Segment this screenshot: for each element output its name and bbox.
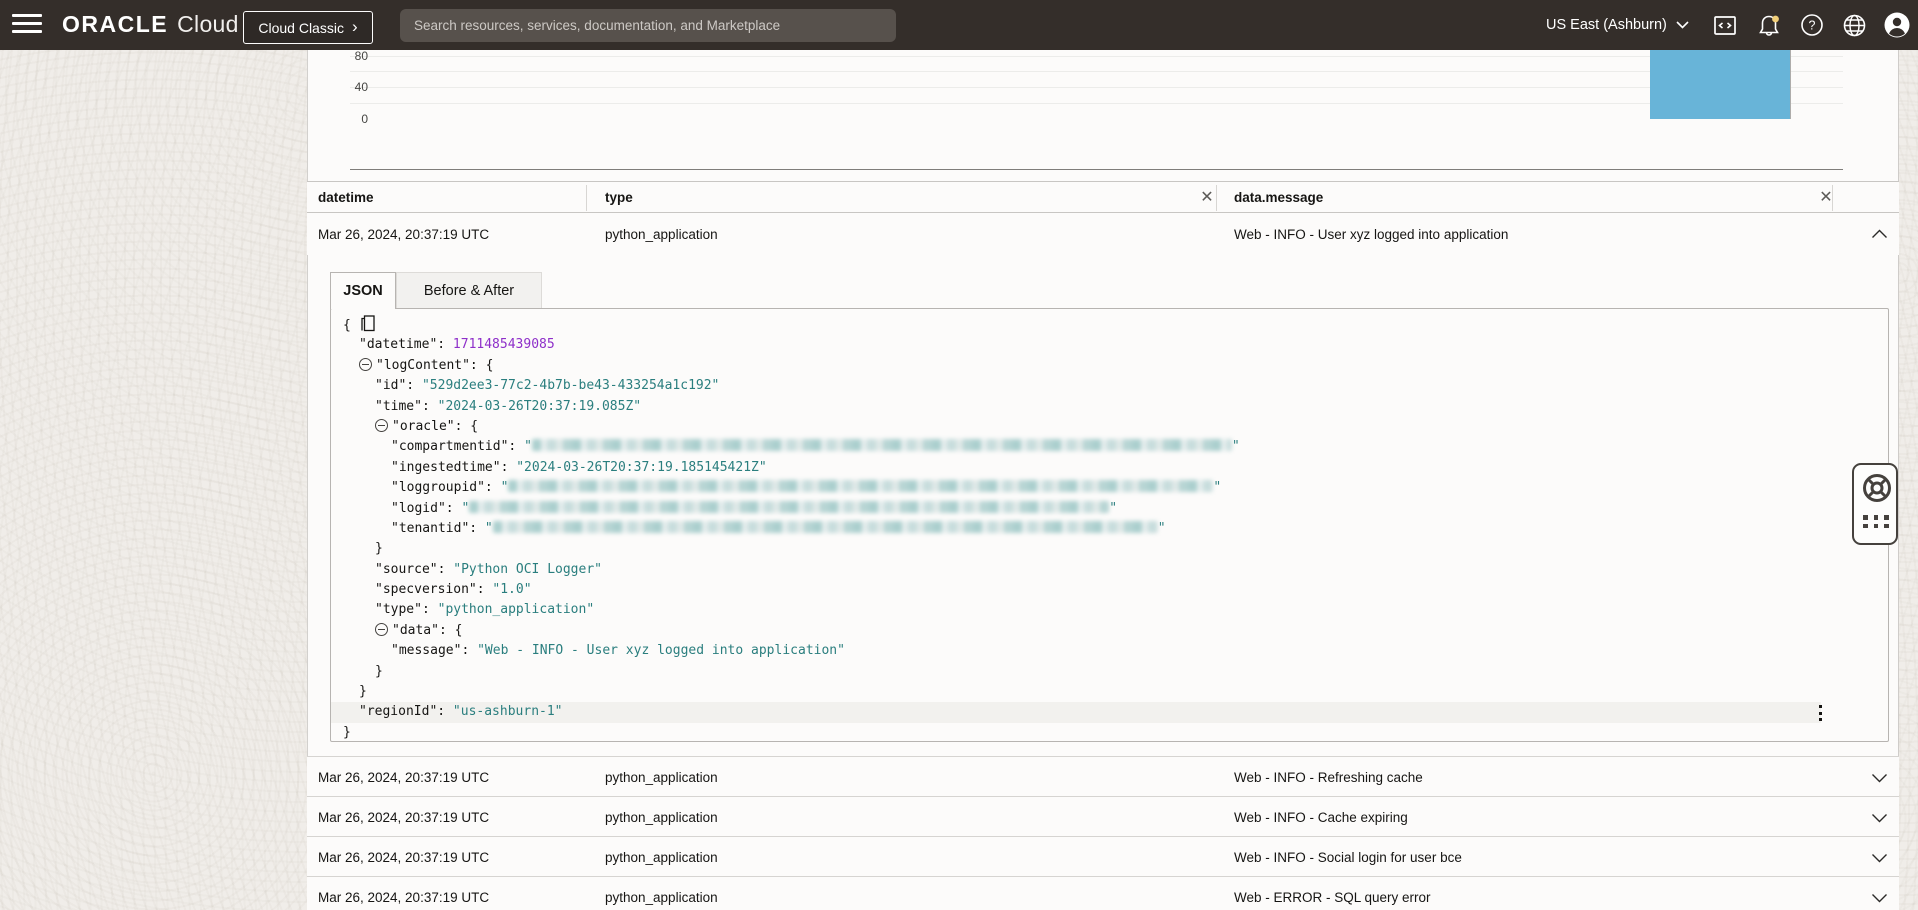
chart-y-tick-label: 40 bbox=[330, 80, 368, 94]
json-line-source: "source": "Python OCI Logger" bbox=[331, 560, 1888, 580]
cell-message: Web - INFO - Cache expiring bbox=[1234, 797, 1408, 837]
remove-column-icon[interactable]: ✕ bbox=[1815, 186, 1837, 208]
cell-type: python_application bbox=[605, 213, 718, 255]
json-line-time: "time": "2024-03-26T20:37:19.085Z" bbox=[331, 397, 1888, 417]
region-selector[interactable]: US East (Ashburn) bbox=[1546, 12, 1689, 38]
help-icon[interactable]: ? bbox=[1800, 13, 1824, 37]
json-line-regionId: "regionId": "us-ashburn-1" bbox=[331, 702, 1821, 722]
json-line-compartmentid: "compartmentid": "" bbox=[331, 437, 1888, 457]
json-line-id: "id": "529d2ee3-77c2-4b7b-be43-433254a1c… bbox=[331, 376, 1888, 396]
code-editor-icon[interactable] bbox=[1713, 13, 1737, 37]
remove-column-icon[interactable]: ✕ bbox=[1196, 186, 1218, 208]
log-table-row[interactable]: Mar 26, 2024, 20:37:19 UTC python_applica… bbox=[307, 796, 1899, 838]
cell-type: python_application bbox=[605, 757, 718, 797]
chart-bar[interactable] bbox=[1650, 50, 1790, 119]
json-line: } bbox=[331, 539, 1888, 559]
collapse-node-icon[interactable] bbox=[375, 419, 388, 432]
cell-message: Web - INFO - Social login for user bce bbox=[1234, 837, 1462, 877]
tab-json[interactable]: JSON bbox=[330, 272, 396, 309]
drag-handle-dots-icon[interactable] bbox=[1862, 515, 1890, 528]
collapse-node-icon[interactable] bbox=[375, 623, 388, 636]
cell-datetime: Mar 26, 2024, 20:37:19 UTC bbox=[318, 797, 489, 837]
log-table-row[interactable]: Mar 26, 2024, 20:37:19 UTC python_applica… bbox=[307, 756, 1899, 798]
cell-message: Web - ERROR - SQL query error bbox=[1234, 877, 1431, 910]
cell-datetime: Mar 26, 2024, 20:37:19 UTC bbox=[318, 877, 489, 910]
json-line-data: "data": { bbox=[331, 621, 1888, 641]
results-table-header: datetime type data.message ✕ ✕ bbox=[307, 181, 1899, 213]
column-divider bbox=[586, 185, 587, 211]
chart-gridline bbox=[350, 103, 1843, 104]
json-line: { bbox=[331, 315, 1888, 335]
chart-bar-edge-line bbox=[1790, 50, 1791, 119]
tab-before-after[interactable]: Before & After bbox=[396, 272, 542, 309]
json-line: } bbox=[331, 662, 1888, 682]
logo-oracle-text: ORACLE bbox=[62, 11, 168, 38]
expand-row-icon[interactable] bbox=[1871, 850, 1891, 866]
collapse-row-icon[interactable] bbox=[1871, 226, 1891, 242]
redacted-value bbox=[469, 501, 1109, 513]
json-log-viewer: {"datetime": 1711485439085"logContent": … bbox=[330, 308, 1889, 742]
global-header: ORACLE Cloud Cloud Classic › US East (As… bbox=[0, 0, 1918, 50]
log-table-row[interactable]: Mar 26, 2024, 20:37:19 UTC python_applica… bbox=[307, 876, 1899, 910]
expand-row-icon[interactable] bbox=[1871, 810, 1891, 826]
cell-type: python_application bbox=[605, 877, 718, 910]
column-header-type: type bbox=[605, 190, 633, 205]
json-line-logid: "logid": "" bbox=[331, 499, 1888, 519]
expand-row-icon[interactable] bbox=[1871, 890, 1891, 906]
chevron-down-icon bbox=[1676, 21, 1689, 29]
cell-datetime: Mar 26, 2024, 20:37:19 UTC bbox=[318, 757, 489, 797]
logo-cloud-text: Cloud bbox=[177, 11, 239, 38]
json-line-ingestedtime: "ingestedtime": "2024-03-26T20:37:19.185… bbox=[331, 458, 1888, 478]
chart-y-tick-label: 80 bbox=[330, 49, 368, 63]
json-line: } bbox=[331, 682, 1888, 702]
notification-dot-badge bbox=[1772, 16, 1779, 23]
cloud-classic-label: Cloud Classic bbox=[258, 20, 344, 36]
chart-gridline bbox=[350, 56, 1843, 57]
log-histogram-chart: 04080Mar 26, 20:32Mar 26, 20:33Mar 26, 2… bbox=[0, 50, 1918, 180]
row-actions-kebab-icon[interactable] bbox=[1813, 705, 1827, 721]
json-line-loggroupid: "loggroupid": "" bbox=[331, 478, 1888, 498]
support-lifering-icon[interactable] bbox=[1861, 472, 1893, 509]
cell-message: Web - INFO - Refreshing cache bbox=[1234, 757, 1423, 797]
language-globe-icon[interactable] bbox=[1842, 13, 1866, 37]
cell-type: python_application bbox=[605, 797, 718, 837]
redacted-value bbox=[532, 439, 1232, 451]
json-line-logContent: "logContent": { bbox=[331, 356, 1888, 376]
json-line-tenantid: "tenantid": "" bbox=[331, 519, 1888, 539]
chart-x-axis bbox=[350, 169, 1843, 170]
json-line: } bbox=[331, 723, 1888, 742]
redacted-value bbox=[508, 480, 1213, 492]
column-header-data.message: data.message bbox=[1234, 190, 1323, 205]
cell-datetime: Mar 26, 2024, 20:37:19 UTC bbox=[318, 213, 489, 255]
log-table-row[interactable]: Mar 26, 2024, 20:37:19 UTC python_applica… bbox=[307, 213, 1899, 255]
chevron-right-icon: › bbox=[352, 17, 358, 37]
column-header-datetime: datetime bbox=[318, 190, 374, 205]
json-line-datetime: "datetime": 1711485439085 bbox=[331, 335, 1888, 355]
chart-y-tick-label: 0 bbox=[330, 112, 368, 126]
region-label: US East (Ashburn) bbox=[1546, 17, 1667, 33]
profile-avatar-icon[interactable] bbox=[1884, 12, 1908, 36]
cell-datetime: Mar 26, 2024, 20:37:19 UTC bbox=[318, 837, 489, 877]
cell-type: python_application bbox=[605, 837, 718, 877]
json-line-message: "message": "Web - INFO - User xyz logged… bbox=[331, 641, 1888, 661]
help-launcher-widget[interactable] bbox=[1852, 463, 1898, 545]
chart-gridline bbox=[350, 71, 1843, 72]
global-search-input[interactable] bbox=[400, 9, 896, 42]
collapse-node-icon[interactable] bbox=[359, 358, 372, 371]
cloud-classic-button[interactable]: Cloud Classic › bbox=[243, 11, 373, 44]
json-line-type: "type": "python_application" bbox=[331, 600, 1888, 620]
svg-text:?: ? bbox=[1809, 19, 1816, 33]
json-line-specversion: "specversion": "1.0" bbox=[331, 580, 1888, 600]
log-table-row[interactable]: Mar 26, 2024, 20:37:19 UTC python_applica… bbox=[307, 836, 1899, 878]
expand-row-icon[interactable] bbox=[1871, 770, 1891, 786]
cell-message: Web - INFO - User xyz logged into applic… bbox=[1234, 213, 1508, 255]
oracle-cloud-logo[interactable]: ORACLE Cloud bbox=[62, 11, 239, 38]
notifications-bell-icon[interactable] bbox=[1756, 13, 1780, 37]
chart-gridline bbox=[350, 87, 1843, 88]
navigation-menu-icon[interactable] bbox=[12, 14, 42, 36]
json-line-oracle: "oracle": { bbox=[331, 417, 1888, 437]
redacted-value bbox=[493, 521, 1158, 533]
